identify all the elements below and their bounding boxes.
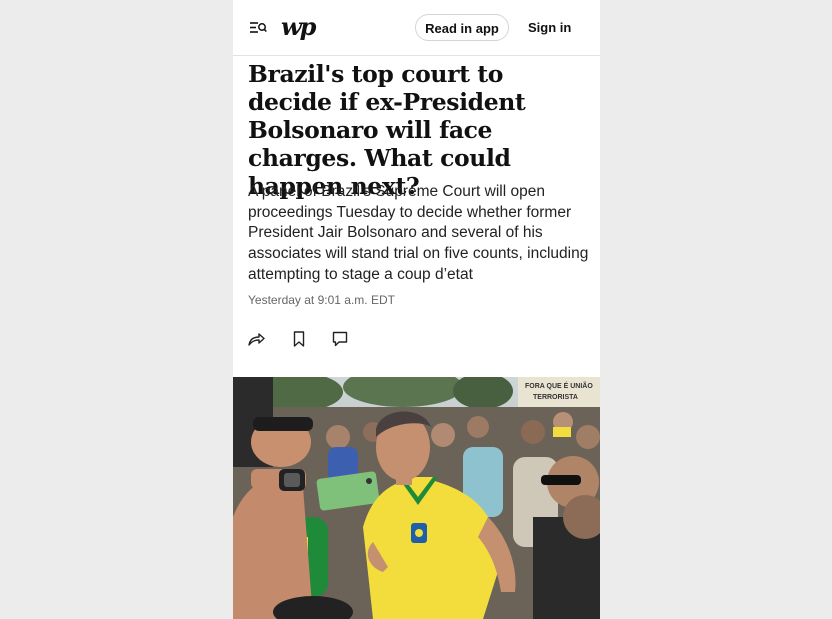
share-icon[interactable] — [247, 330, 265, 348]
article-timestamp: Yesterday at 9:01 a.m. EDT — [248, 293, 395, 307]
svg-text:FORA QUE É UNIÃO: FORA QUE É UNIÃO — [525, 381, 593, 390]
article-lead-photo: FORA QUE É UNIÃO TERRORISTA — [233, 377, 600, 619]
read-in-app-button[interactable]: Read in app — [415, 14, 509, 41]
news-photo: FORA QUE É UNIÃO TERRORISTA — [233, 377, 600, 619]
article-headline: Brazil's top court to decide if ex-Presi… — [248, 60, 526, 200]
washington-post-logo[interactable]: wp — [281, 12, 316, 42]
top-navigation-bar: wp Read in app Sign in — [233, 0, 600, 56]
article-actions — [247, 330, 367, 350]
menu-search-icon[interactable] — [249, 20, 267, 36]
comment-icon[interactable] — [331, 330, 349, 348]
article-dek: A panel of Brazil’s Supreme Court will o… — [248, 183, 589, 283]
sign-in-link[interactable]: Sign in — [528, 14, 571, 41]
svg-text:TERRORISTA: TERRORISTA — [533, 394, 578, 401]
bookmark-icon[interactable] — [290, 330, 308, 348]
article-page: wp Read in app Sign in Brazil's top cour… — [233, 0, 600, 619]
